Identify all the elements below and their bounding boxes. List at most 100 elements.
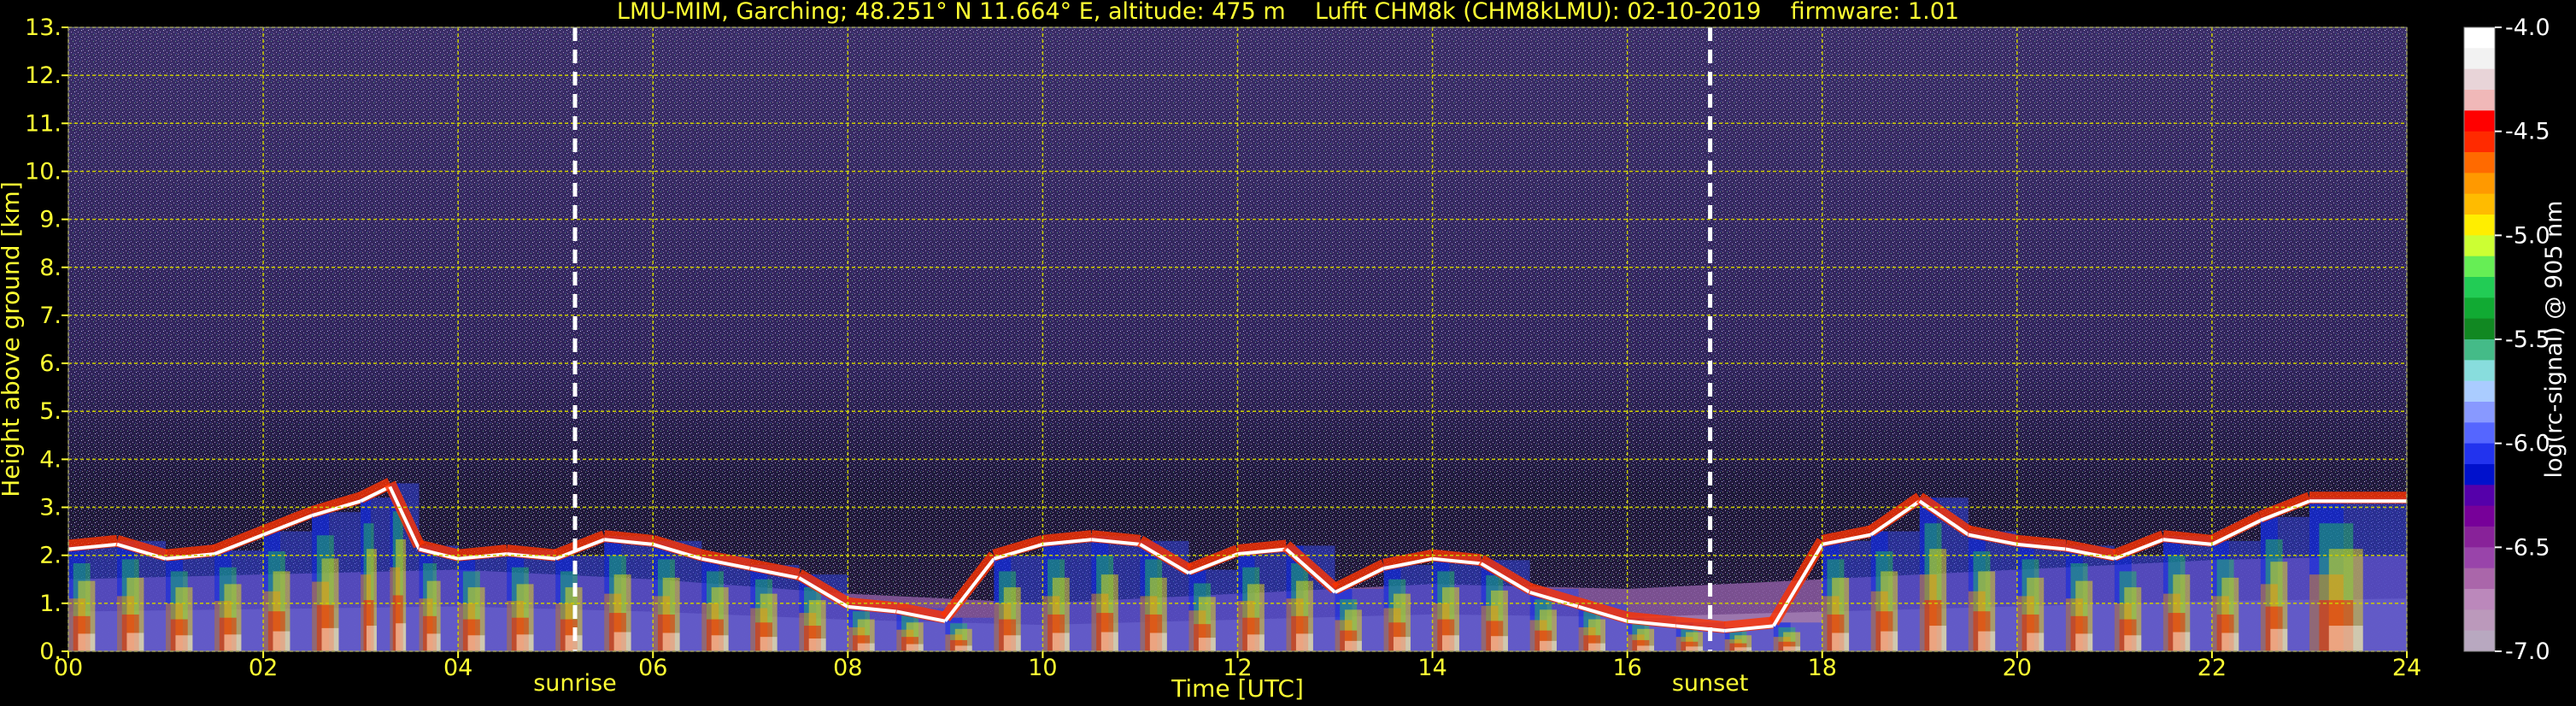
cloud-column-band [1540,640,1557,651]
colorbar-band [2464,380,2495,403]
x-tick-label: 02 [249,655,278,681]
cloud-column-band [954,645,972,651]
cloud-column-band [2328,626,2363,651]
cloud-column [1626,611,1677,651]
cloud-column-band [126,632,144,651]
y-tick-label: 9. [39,207,62,233]
cloud-column [895,602,947,651]
cloud-column [67,534,118,651]
colorbar-band [2464,422,2495,444]
cloud-column-band [2173,632,2191,651]
x-tick-label: 22 [2198,655,2227,681]
colorbar-band [2464,443,2495,465]
cloud-column-band [1052,632,1070,651]
y-tick-label: 1. [39,591,62,617]
cloud-column-band [613,632,631,651]
cloud-column-band [808,638,826,651]
sunrise-label: sunrise [533,670,617,697]
cloud-column-band [1149,632,1167,651]
colorbar-band [2464,193,2495,215]
cloud-column [115,535,168,651]
x-tick-label: 20 [2003,655,2032,681]
cloud-column-band [662,632,680,651]
cloud-column-band [1637,645,1655,651]
cloud-column [1236,539,1288,651]
cloud-column [165,544,215,651]
colorbar-tick-label: -6.5 [2505,534,2550,561]
y-tick-label: 6. [39,350,62,377]
colorbar-band [2464,318,2495,340]
cloud-column-band [467,635,485,651]
cloud-column [261,506,314,651]
cloud-column-band [1978,631,1996,651]
y-tick-label: 7. [39,303,62,329]
colorbar-band [2464,547,2495,569]
x-tick-label: 18 [1808,655,1837,681]
colorbar-band [2464,27,2495,49]
colorbar-band [2464,568,2495,590]
x-tick-label: 08 [833,655,862,681]
cloud-column-band [906,644,924,651]
colorbar-band [2464,402,2495,423]
y-tick-label: 2. [39,543,62,569]
x-tick-label: 14 [1417,655,1446,681]
cloud-column-band [1491,636,1508,651]
cloud-column [384,480,425,651]
cloud-column [1528,583,1581,651]
cloud-column-band [426,633,441,651]
cloud-column [2258,491,2312,651]
cloud-column [748,559,801,651]
colorbar-band [2464,527,2495,548]
colorbar-band [2464,485,2495,507]
cloud-column-band [1344,640,1362,651]
cloud-column-band [321,627,339,651]
colorbar-band [2464,235,2495,257]
y-tick-label: 12. [25,62,62,89]
cloud-column [1821,525,1873,651]
colorbar: -4.0-4.5-5.0-5.5-6.0-6.5-7.0log(rc-signa… [2463,15,2567,665]
cloud-column-band [857,643,875,651]
cloud-column-band [1247,634,1265,651]
x-tick-label: 06 [638,655,667,681]
cloud-column-band [1295,633,1313,651]
cloud-column-band [1198,638,1216,651]
ceilometer-chart: sunrise sunset 00 02 04 06 08 10 12 14 16 18 20 22 24… [0,15,2567,703]
x-tick-label: 24 [2392,655,2421,681]
cloud-column [417,539,460,651]
colorbar-band [2464,48,2495,70]
cloud-column [992,535,1045,651]
cloud-column [310,491,363,651]
cloud-column [1136,535,1193,651]
cloud-column [1967,525,2019,651]
cloud-column [1478,555,1534,651]
cloud-column-band [273,631,290,651]
cloud-column-band [1929,626,1947,651]
cloud-column [358,478,393,651]
cloud-column [2162,530,2213,651]
cloud-column [651,535,704,651]
cloud-column-band [2075,633,2093,651]
cloud-column [1724,616,1775,651]
cloud-column-band [1881,631,1898,651]
colorbar-band [2464,609,2495,632]
cloud-column [1576,597,1629,651]
colorbar-band [2464,360,2495,382]
cloud-column [1042,530,1093,651]
cloud-column-band [760,637,777,651]
y-tick-label: 4. [39,446,62,473]
cloud-column-band [1783,646,1801,651]
cloud-column-band [1832,632,1850,651]
cloud-column [1090,530,1141,651]
cloud-column-band [78,633,96,651]
colorbar-band [2464,630,2495,652]
cloud-column-band [1393,637,1411,651]
x-axis-label: Time [UTC] [1171,674,1304,703]
colorbar-band [2464,173,2495,195]
colorbar-band [2464,90,2495,111]
y-tick-label: 5. [39,398,62,425]
colorbar-band [2464,110,2495,132]
cloud-column-band [1100,632,1118,651]
cloud-column-band [224,634,242,651]
colorbar-band [2464,589,2495,610]
cloud-column-band [1003,635,1021,651]
